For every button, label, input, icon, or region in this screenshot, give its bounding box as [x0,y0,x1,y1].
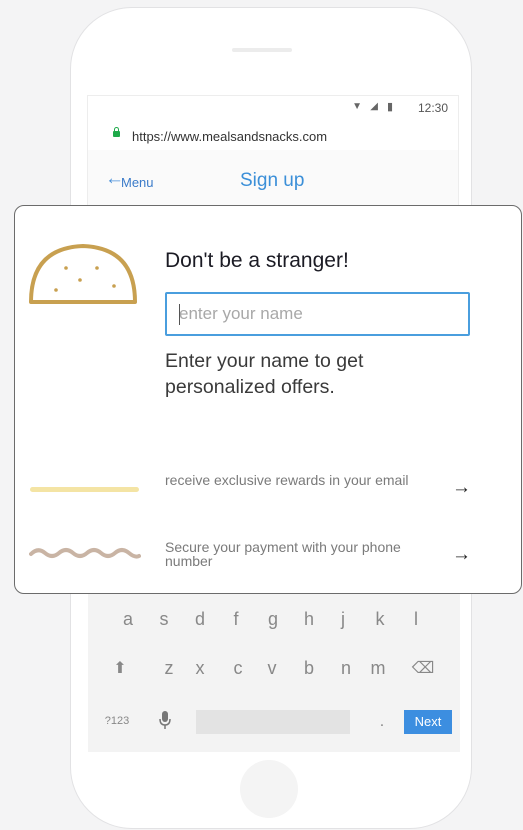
key-g[interactable]: g [263,609,283,630]
symbols-key[interactable]: ?123 [102,715,132,727]
period-key[interactable]: . [372,713,392,731]
on-screen-keyboard: a s d f g h j k l ⬆ z x c v b n m ⌫ ?123… [88,592,460,752]
key-m[interactable]: m [368,658,388,679]
menu-link[interactable]: Menu [121,175,154,190]
key-l[interactable]: l [406,609,426,630]
signup-card: Don't be a stranger! Enter your name to … [14,205,522,594]
keyboard-row-2: ⬆ z x c v b n m ⌫ [88,658,460,688]
name-input[interactable] [165,292,470,336]
key-v[interactable]: v [262,658,282,679]
status-time: 12:30 [417,101,448,115]
key-h[interactable]: h [299,609,319,630]
card-heading: Don't be a stranger! [165,249,349,272]
next-button[interactable]: Next [404,710,452,734]
key-b[interactable]: b [299,658,319,679]
arrow-right-icon[interactable]: → [452,544,471,566]
battery-icon: ▮ [386,101,393,113]
feature-payment-text: Secure your payment with your phone numb… [165,539,401,569]
backspace-icon[interactable]: ⌫ [410,658,436,678]
address-bar[interactable]: https://www.mealsandsnacks.com [88,123,458,151]
page-title: Sign up [240,170,305,191]
wave-icon [29,548,141,559]
key-x[interactable]: x [190,658,210,679]
text-cursor [179,304,180,325]
key-k[interactable]: k [370,609,390,630]
card-description: Enter your name to get personalized offe… [165,350,364,398]
shift-icon[interactable]: ⬆ [110,658,130,678]
key-s[interactable]: s [154,609,174,630]
arrow-right-icon[interactable]: → [452,477,471,499]
yellow-divider-line [30,487,139,492]
key-z[interactable]: z [159,658,179,679]
key-d[interactable]: d [190,609,210,630]
url-text: https://www.mealsandsnacks.com [132,129,328,144]
microphone-icon[interactable] [158,710,172,730]
home-button[interactable] [240,760,298,818]
key-f[interactable]: f [226,609,246,630]
wifi-icon: ▼ [352,101,362,112]
lock-icon [113,127,120,137]
status-bar: ▼ ◢ ▮ 12:30 [88,96,458,122]
key-n[interactable]: n [336,658,356,679]
signal-icon: ◢ [370,101,378,112]
top-nav: ← Menu Sign up [88,150,458,207]
key-c[interactable]: c [228,658,248,679]
spacebar[interactable] [196,710,350,734]
key-j[interactable]: j [333,609,353,630]
key-a[interactable]: a [118,609,138,630]
keyboard-row-1: a s d f g h j k l [88,609,460,639]
taco-icon [29,244,137,304]
feature-rewards-text: receive exclusive rewards in your email [165,472,409,488]
phone-speaker [232,48,292,52]
